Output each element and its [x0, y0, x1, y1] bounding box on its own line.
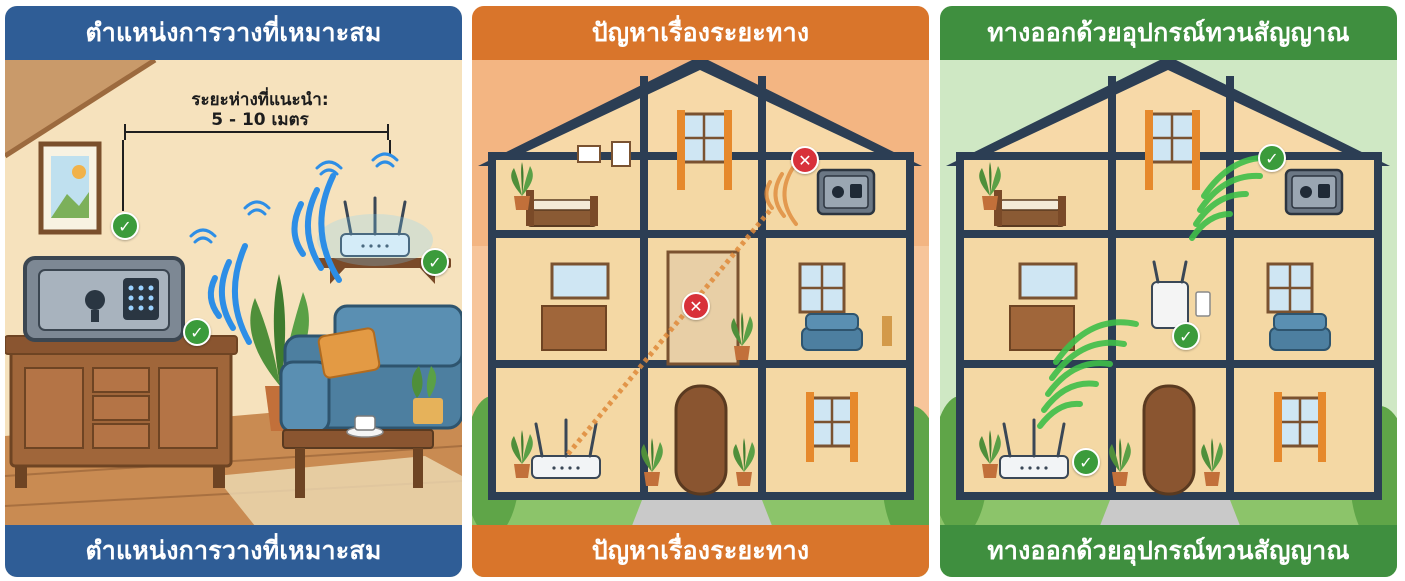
check-icon: ✓ [1258, 144, 1286, 172]
check-icon: ✓ [183, 318, 211, 346]
house-cross-section-illustration [472, 6, 929, 577]
cross-icon: ✕ [682, 292, 710, 320]
distance-caption: ระยะห่างที่แนะนำ: [191, 90, 329, 110]
panel-repeater-solution: ทางออกด้วยอุปกรณ์ทวนสัญญาณ ✓ ✓ ✓ ทางออกด… [940, 6, 1397, 577]
distance-value: 5 - 10 เมตร [211, 110, 309, 130]
recommended-distance-label: ระยะห่างที่แนะนำ: 5 - 10 เมตร [130, 90, 390, 130]
panel-footer: ทางออกด้วยอุปกรณ์ทวนสัญญาณ [940, 525, 1397, 577]
panel-title: ปัญหาเรื่องระยะทาง [472, 6, 929, 60]
panel-optimal-placement: ตำแหน่งการวางที่เหมาะสม ระยะห่างที่แนะนำ… [5, 6, 462, 577]
panel-distance-problem: ปัญหาเรื่องระยะทาง ✕ ✕ ปัญหาเรื่องระยะทา… [472, 6, 929, 577]
check-icon: ✓ [421, 248, 449, 276]
panel-footer: ตำแหน่งการวางที่เหมาะสม [5, 525, 462, 577]
panel-footer: ปัญหาเรื่องระยะทาง [472, 525, 929, 577]
panel-title: ตำแหน่งการวางที่เหมาะสม [5, 6, 462, 60]
safe-icon [1284, 168, 1344, 216]
check-icon: ✓ [1172, 322, 1200, 350]
panel-title: ทางออกด้วยอุปกรณ์ทวนสัญญาณ [940, 6, 1397, 60]
check-icon: ✓ [1072, 448, 1100, 476]
house-with-repeater-illustration [940, 6, 1397, 577]
safe-icon [816, 168, 876, 216]
check-icon: ✓ [111, 212, 139, 240]
cross-icon: ✕ [791, 146, 819, 174]
